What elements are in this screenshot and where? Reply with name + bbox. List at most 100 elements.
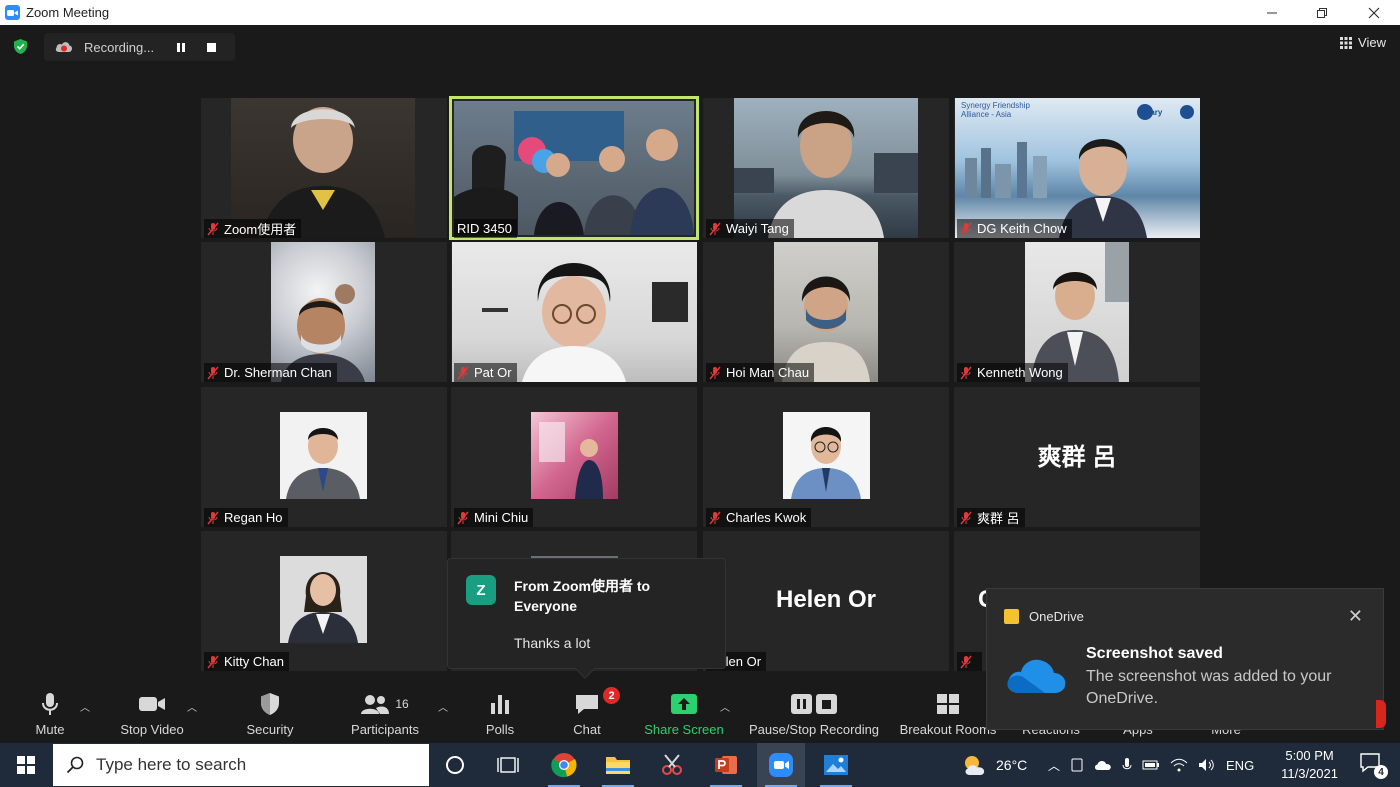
task-view-button[interactable] (484, 743, 532, 787)
view-button[interactable]: View (1340, 35, 1386, 50)
video-feed (774, 242, 878, 382)
weather-widget[interactable]: 26°C (962, 743, 1027, 787)
participant-display-name: Helen Or (775, 586, 877, 613)
video-tile[interactable]: Charles Kwok (703, 387, 949, 527)
taskbar-powerpoint[interactable] (702, 743, 750, 787)
video-tile[interactable]: Pat Or (451, 242, 697, 382)
participant-name: DG Keith Chow (977, 221, 1067, 236)
notification-body: The screenshot was added to your OneDriv… (1086, 668, 1332, 707)
video-tile[interactable]: Kenneth Wong (954, 242, 1200, 382)
video-tile[interactable]: 爽群 呂 爽群 呂 (954, 387, 1200, 527)
participants-options-caret[interactable]: ︿ (438, 699, 448, 714)
share-screen-button[interactable]: Share Screen (644, 685, 724, 743)
onedrive-tray-icon[interactable] (1094, 759, 1112, 771)
encryption-shield-icon[interactable] (12, 38, 29, 55)
participant-nameplate: RID 3450 (454, 219, 517, 238)
video-tile[interactable]: Hoi Man Chau (703, 242, 949, 382)
video-tile-active-speaker[interactable]: RID 3450 (449, 96, 699, 240)
minimize-button[interactable] (1246, 0, 1298, 25)
polls-button[interactable]: Polls (480, 685, 520, 743)
close-notification-button[interactable]: ✕ (1348, 606, 1363, 627)
chat-message-popup[interactable]: Z From Zoom使用者 to Everyone Thanks a lot (447, 558, 726, 679)
video-feed (1025, 242, 1129, 382)
windows-logo-icon (17, 756, 35, 774)
notification-title: Screenshot saved (1086, 645, 1223, 662)
battery-icon[interactable] (1142, 759, 1160, 771)
device-icon[interactable] (1070, 757, 1084, 773)
video-tile[interactable]: Dr. Sherman Chan (201, 242, 447, 382)
onedrive-notification[interactable]: OneDrive ✕ Screenshot saved The screensh… (986, 588, 1384, 730)
volume-icon[interactable] (1198, 758, 1216, 772)
participant-name: Charles Kwok (726, 510, 807, 525)
video-feed (452, 242, 697, 382)
participant-name: 爽群 呂 (977, 511, 1020, 526)
taskbar-zoom[interactable] (757, 743, 805, 787)
close-window-button[interactable] (1348, 0, 1400, 25)
microphone-tray-icon[interactable] (1122, 757, 1132, 773)
show-hidden-icons-chevron-icon[interactable]: ︿ (1048, 757, 1060, 774)
participant-name: Regan Ho (224, 510, 283, 525)
mute-button[interactable]: Mute (30, 685, 70, 743)
video-tile[interactable]: Kitty Chan (201, 531, 447, 671)
recording-label: Recording... (84, 39, 155, 55)
mute-label: Mute (35, 722, 65, 737)
notification-count-badge: 4 (1374, 765, 1388, 779)
task-view-icon (497, 757, 519, 773)
chat-button[interactable]: 2 Chat (567, 685, 620, 743)
muted-mic-icon (207, 366, 219, 380)
share-options-caret[interactable]: ︿ (720, 699, 730, 714)
pause-stop-recording-button[interactable]: Pause/Stop Recording (746, 685, 882, 743)
chat-bubble-icon (576, 695, 598, 714)
chat-label: Chat (573, 722, 601, 737)
taskbar-chrome[interactable] (540, 743, 588, 787)
taskbar-snipping-tool[interactable] (648, 743, 696, 787)
audio-options-caret[interactable]: ︿ (80, 699, 90, 714)
participant-nameplate: Regan Ho (204, 508, 288, 527)
temperature: 26°C (996, 757, 1028, 773)
taskbar-search-box[interactable] (53, 744, 429, 786)
video-tile[interactable]: Helen Or Helen Or (703, 531, 949, 671)
end-meeting-edge[interactable] (1376, 700, 1386, 728)
video-tile[interactable]: Synergy Friendship Alliance - Asia Rotary… (954, 98, 1200, 238)
participants-button[interactable]: 16 Participants (346, 685, 424, 743)
taskbar-clock[interactable]: 5:00 PM 11/3/2021 (1281, 747, 1338, 783)
participant-name: Waiyi Tang (726, 221, 789, 236)
stop-video-label: Stop Video (120, 722, 184, 737)
partly-cloudy-icon (965, 756, 985, 775)
video-tile[interactable]: Zoom使用者 (201, 98, 447, 238)
participant-nameplate: DG Keith Chow (957, 219, 1072, 238)
video-tile[interactable]: Waiyi Tang (703, 98, 949, 238)
restore-button[interactable] (1296, 0, 1348, 25)
muted-mic-icon (207, 655, 219, 669)
clock-time: 5:00 PM (1285, 748, 1334, 763)
muted-mic-icon (960, 366, 972, 380)
search-input[interactable] (96, 755, 416, 775)
participant-name: Hoi Man Chau (726, 365, 810, 380)
start-button[interactable] (0, 743, 52, 787)
chat-message-text: Thanks a lot (514, 635, 591, 651)
slide-caption: Synergy Friendship Alliance - Asia (961, 101, 1030, 119)
taskbar-file-explorer[interactable] (594, 743, 642, 787)
wifi-icon[interactable] (1170, 758, 1188, 772)
cortana-button[interactable] (431, 743, 479, 787)
video-tile[interactable]: Regan Ho (201, 387, 447, 527)
recording-indicator: Recording... (44, 33, 235, 61)
stop-video-button[interactable]: Stop Video (114, 685, 190, 743)
system-tray-icons: ︿ ENG (1048, 743, 1254, 787)
cortana-circle-icon (446, 756, 464, 774)
video-tile[interactable]: Mini Chiu (451, 387, 697, 527)
windows-taskbar: 26°C ︿ ENG 5:00 PM 11/3/2021 4 (0, 743, 1400, 787)
taskbar-photos[interactable] (812, 743, 860, 787)
video-feed (454, 101, 694, 235)
stop-recording-button[interactable] (198, 34, 224, 60)
clock-date: 11/3/2021 (1281, 766, 1338, 781)
video-options-caret[interactable]: ︿ (187, 699, 197, 714)
pause-recording-button[interactable] (168, 34, 194, 60)
input-language[interactable]: ENG (1226, 758, 1254, 773)
breakout-rooms-button[interactable]: Breakout Rooms (898, 685, 998, 743)
muted-mic-icon (960, 511, 972, 525)
muted-mic-icon (709, 222, 721, 236)
participant-display-name: 爽群 呂 (1037, 444, 1117, 471)
security-button[interactable]: Security (240, 685, 300, 743)
action-center-button[interactable]: 4 (1360, 753, 1388, 779)
